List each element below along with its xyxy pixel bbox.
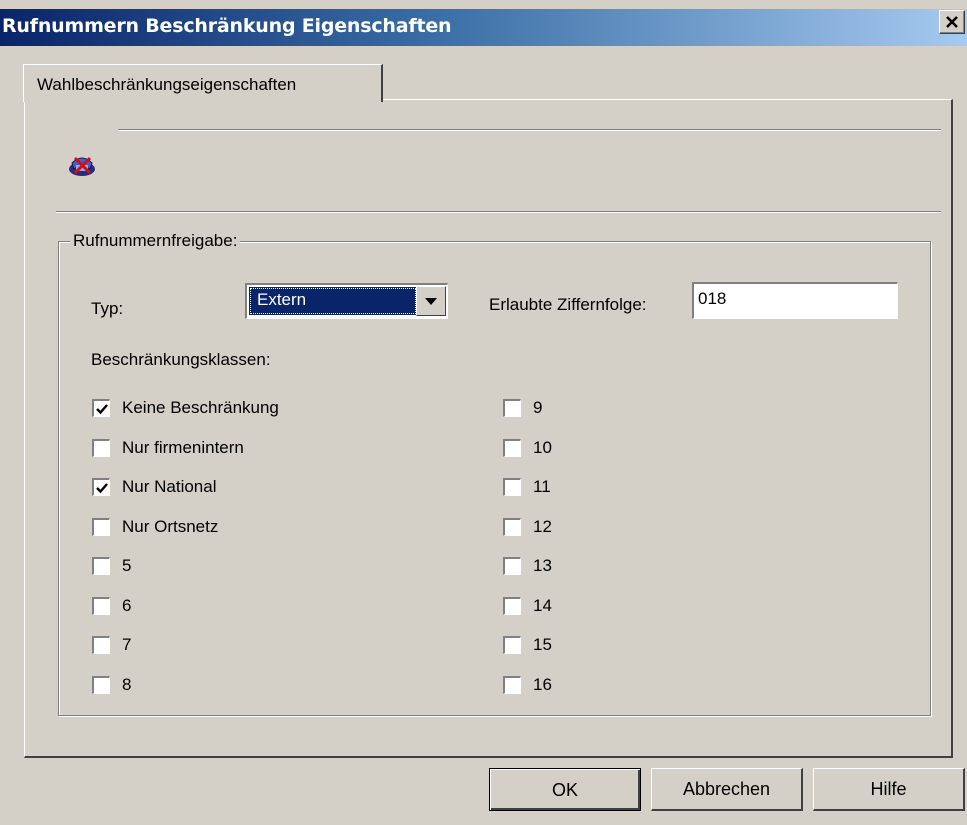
checkbox-label: 6 <box>122 595 132 615</box>
checkbox-label: Nur Ortsnetz <box>122 516 219 536</box>
groupbox-label: Rufnummernfreigabe: <box>70 231 241 251</box>
checkbox-box[interactable] <box>92 478 110 496</box>
help-button[interactable]: Hilfe <box>813 768 965 811</box>
checkbox-box[interactable] <box>503 438 521 457</box>
checkbox-box[interactable] <box>92 399 110 417</box>
checkbox-label: 16 <box>533 674 552 694</box>
checkbox-label: 5 <box>122 556 132 575</box>
close-button[interactable] <box>939 10 965 34</box>
tab-wahlbeschraenkungseigenschaften[interactable]: Wahlbeschränkungseigenschaften <box>23 64 383 102</box>
checkbox-box[interactable] <box>503 517 521 536</box>
cancel-button[interactable]: Abbrechen <box>651 768 803 811</box>
digits-input[interactable] <box>692 282 898 319</box>
checkbox-box[interactable] <box>503 636 521 654</box>
checkbox-label: 7 <box>122 635 132 654</box>
type-label: Typ: <box>91 299 124 318</box>
classes-label: Beschränkungsklassen: <box>91 350 271 369</box>
checkbox-box[interactable] <box>503 478 521 496</box>
chevron-down-icon[interactable] <box>416 286 446 316</box>
digits-label: Erlaubte Ziffernfolge: <box>489 295 647 314</box>
checkbox-label: Nur National <box>122 477 217 496</box>
checkbox-label: 11 <box>533 477 551 496</box>
checkbox-label: 13 <box>533 556 552 575</box>
checkbox-box[interactable] <box>92 675 110 694</box>
separator-middle <box>56 211 941 213</box>
checkbox-box[interactable] <box>92 517 110 536</box>
checkbox-label: 9 <box>533 398 543 417</box>
checkbox-label: Nur firmenintern <box>122 437 244 457</box>
window-title: Rufnummern Beschränkung Eigenschaften <box>2 15 452 37</box>
tab-label: Wahlbeschränkungseigenschaften <box>37 75 297 94</box>
phone-restriction-icon <box>66 151 98 179</box>
checkbox-box[interactable] <box>92 636 110 654</box>
checkbox-label: 12 <box>533 516 552 536</box>
checkbox-label: 10 <box>533 437 552 457</box>
checkbox-box[interactable] <box>503 675 521 694</box>
checkbox-box[interactable] <box>503 557 521 575</box>
title-bar[interactable]: Rufnummern Beschränkung Eigenschaften <box>0 9 967 46</box>
type-dropdown[interactable]: Extern <box>245 283 448 319</box>
checkbox-label: 14 <box>533 595 552 615</box>
checkbox-label: 8 <box>122 674 132 694</box>
checkbox-box[interactable] <box>503 399 521 417</box>
checkbox-box[interactable] <box>92 557 110 575</box>
type-dropdown-value: Extern <box>249 287 417 315</box>
checkbox-box[interactable] <box>92 596 110 615</box>
checkbox-label: 15 <box>533 635 552 654</box>
checkbox-box[interactable] <box>503 596 521 615</box>
checkbox-label: Keine Beschränkung <box>122 398 279 417</box>
close-icon <box>945 14 959 34</box>
checkbox-box[interactable] <box>92 438 110 457</box>
ok-button[interactable]: OK <box>489 768 641 811</box>
separator-top <box>118 129 941 131</box>
